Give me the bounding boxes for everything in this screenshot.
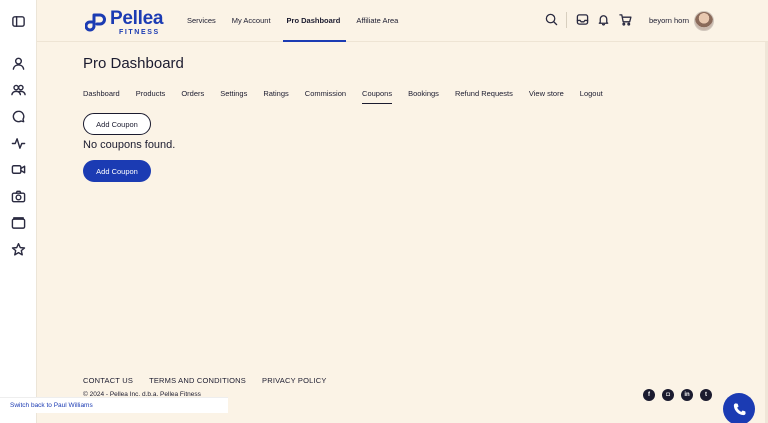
sidebar-toggle-icon[interactable] [11,14,26,29]
avatar[interactable] [694,11,714,31]
activity-icon[interactable] [11,136,26,151]
twitter-icon[interactable]: t [700,389,712,401]
social-links: f ◘ in t [643,389,719,401]
user-icon[interactable] [11,56,26,71]
tab-ratings[interactable]: Ratings [263,89,288,104]
bell-icon[interactable] [597,13,610,26]
page-title: Pro Dashboard [83,55,184,72]
chat-icon[interactable] [11,109,26,124]
linkedin-icon[interactable]: in [681,389,693,401]
tab-refund-requests[interactable]: Refund Requests [455,89,513,104]
instagram-icon[interactable]: ◘ [662,389,674,401]
tab-coupons[interactable]: Coupons [362,89,393,104]
dashboard-tabs: Dashboard Products Orders Settings Ratin… [83,89,619,104]
camera-icon[interactable] [11,189,26,204]
tab-products[interactable]: Products [136,89,166,104]
left-sidebar [0,0,37,423]
inbox-icon[interactable] [576,13,589,26]
footer-contact-us[interactable]: CONTACT US [83,376,133,385]
video-icon[interactable] [11,162,26,177]
phone-icon [733,402,746,415]
tab-settings[interactable]: Settings [220,89,247,104]
tab-view-store[interactable]: View store [529,89,564,104]
search-icon[interactable] [545,13,558,26]
tab-commission[interactable]: Commission [305,89,346,104]
users-icon[interactable] [11,82,26,97]
add-coupon-button-outline[interactable]: Add Coupon [83,113,151,135]
cart-icon[interactable] [619,13,632,26]
footer-terms[interactable]: TERMS AND CONDITIONS [149,376,246,385]
tab-logout[interactable]: Logout [580,89,603,104]
top-header: Pellea FITNESS Services My Account Pro D… [37,0,768,42]
add-coupon-button[interactable]: Add Coupon [83,160,151,182]
username[interactable]: beyorn horn [649,0,689,42]
tab-bookings[interactable]: Bookings [408,89,439,104]
empty-state-message: No coupons found. [83,139,176,151]
footer-links: CONTACT US TERMS AND CONDITIONS PRIVACY … [83,376,343,385]
star-icon[interactable] [11,242,26,257]
switch-back-link[interactable]: Switch back to Paul Williams [0,397,228,413]
header-actions: beyorn horn [37,0,768,42]
facebook-icon[interactable]: f [643,389,655,401]
tab-dashboard[interactable]: Dashboard [83,89,120,104]
wallet-icon[interactable] [11,215,26,230]
footer-privacy[interactable]: PRIVACY POLICY [262,376,327,385]
header-divider [566,12,567,28]
phone-call-button[interactable] [723,393,755,423]
tab-orders[interactable]: Orders [181,89,204,104]
